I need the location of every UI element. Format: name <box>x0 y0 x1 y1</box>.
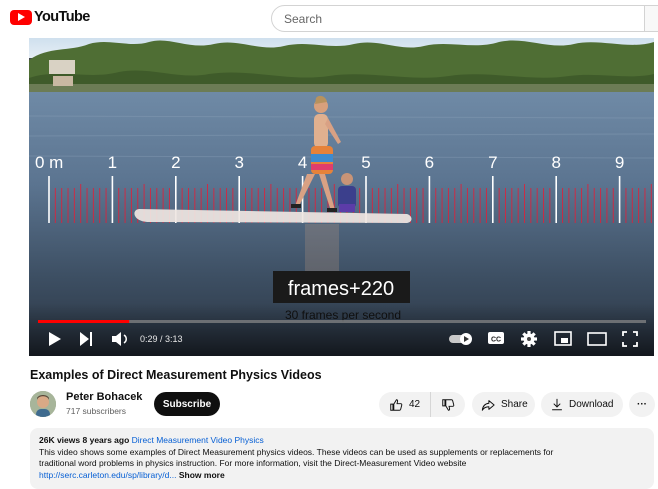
ruler-label: 1 <box>108 153 117 172</box>
channel-avatar[interactable] <box>30 391 56 417</box>
ruler-label: 6 <box>425 153 434 172</box>
share-button[interactable]: Share <box>472 392 535 417</box>
youtube-play-icon <box>10 9 32 25</box>
thumbs-down-icon <box>442 398 455 411</box>
share-icon <box>481 399 495 411</box>
like-dislike-group: 42 <box>379 392 465 417</box>
like-count: 42 <box>409 399 421 410</box>
description-line-2: traditional word problems in physics ins… <box>39 458 467 468</box>
logo-text: YouTube <box>34 9 90 25</box>
description-meta: 26K views 8 years ago Direct Measurement… <box>39 435 645 447</box>
view-count: 26K views <box>39 435 81 445</box>
dislike-button[interactable] <box>431 392 465 417</box>
thumbs-up-icon <box>390 398 403 411</box>
subscriber-count: 717 subscribers <box>66 406 127 416</box>
like-button[interactable]: 42 <box>379 392 431 417</box>
settings-gear-icon[interactable] <box>521 331 537 347</box>
video-title: Examples of Direct Measurement Physics V… <box>30 368 322 382</box>
download-label: Download <box>569 399 614 410</box>
ruler-label: 0 m <box>35 153 63 172</box>
ruler-label: 4 <box>298 153 307 172</box>
youtube-watch-page: YouTube Search 0 m 1 2 3 4 5 6 7 8 9 fra… <box>0 0 658 489</box>
video-frame: 0 m 1 2 3 4 5 6 7 8 9 frames+220 CC <box>29 38 654 356</box>
search-button[interactable] <box>644 5 658 32</box>
ruler-label: 2 <box>171 153 180 172</box>
svg-text:CC: CC <box>491 337 501 344</box>
ruler-label: 9 <box>615 153 624 172</box>
cc-icon[interactable]: CC <box>488 332 504 344</box>
caption-main: frames+220 <box>288 278 394 300</box>
channel-name[interactable]: Peter Bohacek <box>66 391 142 403</box>
time-display: 0:29 / 3:13 <box>140 334 183 344</box>
ruler-label: 8 <box>551 153 560 172</box>
ruler-label: 7 <box>488 153 497 172</box>
hashtag-link[interactable]: Direct Measurement Video Physics <box>132 435 264 445</box>
ruler-label: 3 <box>234 153 243 172</box>
download-icon <box>552 398 562 411</box>
description-link[interactable]: http://serc.carleton.edu/sp/library/d... <box>39 470 176 480</box>
show-more-button[interactable]: Show more <box>179 470 225 480</box>
subscribe-button[interactable]: Subscribe <box>154 392 220 416</box>
progress-fill <box>38 320 130 323</box>
share-label: Share <box>501 399 528 410</box>
more-actions-button[interactable]: ··· <box>629 392 655 417</box>
top-bar: YouTube Search <box>0 0 658 38</box>
download-button[interactable]: Download <box>541 392 623 417</box>
youtube-logo[interactable]: YouTube <box>10 9 90 25</box>
description-box[interactable]: 26K views 8 years ago Direct Measurement… <box>30 428 654 489</box>
ruler-label: 5 <box>361 153 370 172</box>
search-input[interactable]: Search <box>271 5 658 32</box>
description-line-1: This video shows some examples of Direct… <box>39 446 554 457</box>
upload-age: 8 years ago <box>82 435 130 445</box>
video-player[interactable]: 0 m 1 2 3 4 5 6 7 8 9 frames+220 CC 0:29 / 3:13 <box>29 38 654 356</box>
